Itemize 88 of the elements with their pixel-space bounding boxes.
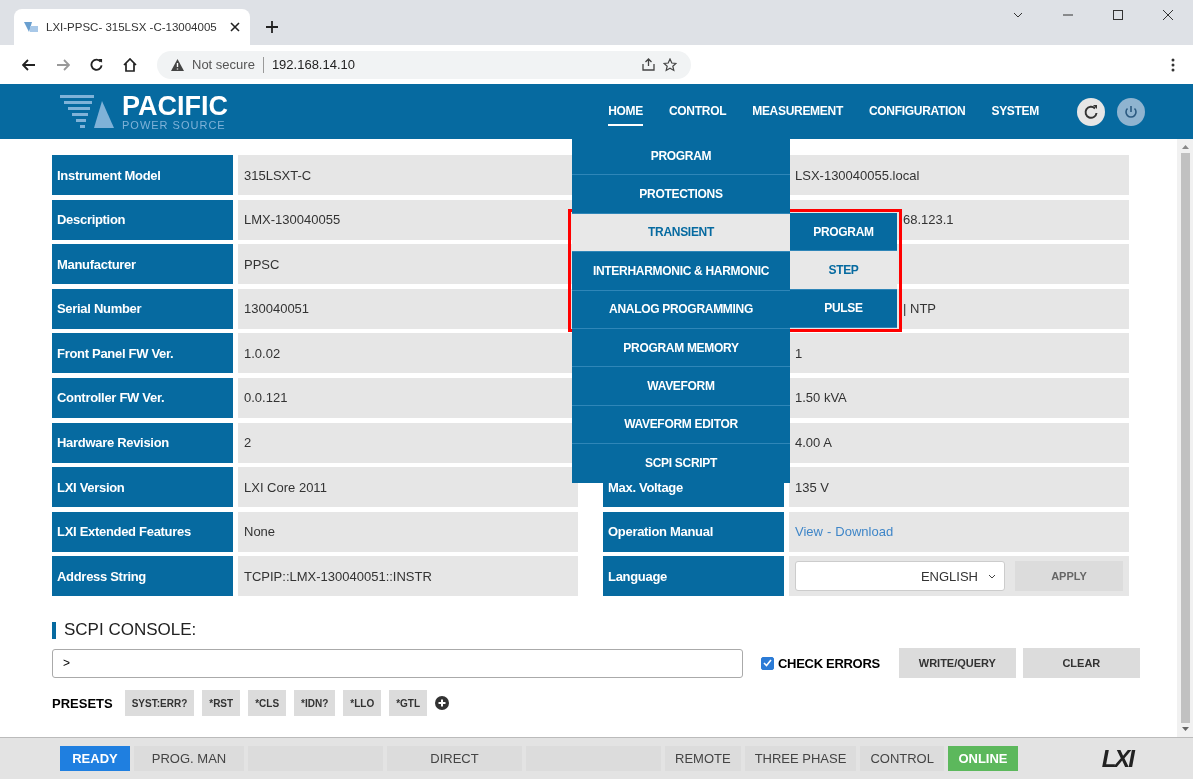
caret-icon <box>988 573 996 579</box>
status-indicator: CONTROL <box>860 746 944 771</box>
manual-link[interactable]: Download <box>835 524 894 540</box>
close-icon[interactable] <box>1163 10 1173 20</box>
status-indicator: PROG. MAN <box>134 746 244 771</box>
field-value: LSX-130040055.local <box>789 155 1129 195</box>
star-icon[interactable] <box>663 57 677 72</box>
checkmark-icon <box>763 659 772 668</box>
preset-button[interactable]: *LLO <box>343 690 382 717</box>
browser-tab[interactable]: LXI-PPSC- 315LSX -C-13004005 <box>14 9 250 45</box>
field-label: Manufacturer <box>52 244 233 285</box>
tab-title: LXI-PPSC- 315LSX -C-13004005 <box>46 21 218 33</box>
check-errors-checkbox[interactable]: CHECK ERRORS <box>761 655 880 671</box>
separator-dash: - <box>826 524 832 540</box>
maximize-icon[interactable] <box>1113 10 1123 20</box>
submenu-item[interactable]: STEP <box>790 251 897 290</box>
security-label: Not secure <box>192 57 255 72</box>
more-icon[interactable] <box>1171 57 1175 72</box>
forward-icon[interactable] <box>56 58 70 71</box>
nav-link[interactable]: CONFIGURATION <box>868 97 966 126</box>
manual-link[interactable]: View <box>795 524 823 540</box>
preset-button[interactable]: *IDN? <box>294 690 336 717</box>
console-button[interactable]: WRITE/QUERY <box>898 648 1016 679</box>
home-icon[interactable] <box>123 57 137 72</box>
status-indicator: ONLINE <box>947 746 1018 771</box>
menu-item[interactable]: TRANSIENT <box>572 213 790 253</box>
status-indicator: READY <box>60 746 130 771</box>
presets-label: PRESETS <box>52 695 113 711</box>
field-label: Operation Manual <box>603 511 784 552</box>
nav-link[interactable]: CONTROL <box>668 97 727 126</box>
pacific-power-source-logo[interactable]: PACIFIC POWER SOURCE <box>60 92 228 131</box>
status-indicator: THREE PHASE <box>744 746 857 771</box>
field-value: TCPIP::LMX-130040051::INSTR <box>238 556 578 597</box>
field-value: LXI Core 2011 <box>238 467 578 508</box>
apply-button[interactable]: APPLY <box>1015 561 1123 592</box>
power-icon[interactable] <box>1117 97 1145 126</box>
new-tab-icon[interactable] <box>266 21 278 33</box>
submenu-item[interactable]: PULSE <box>790 289 897 329</box>
nav-link[interactable]: MEASUREMENT <box>752 97 843 126</box>
chevron-down-icon[interactable] <box>1013 12 1023 18</box>
scroll-up-icon[interactable] <box>1181 145 1189 149</box>
share-icon[interactable] <box>642 58 655 71</box>
preset-button[interactable]: *GTL <box>389 690 428 717</box>
language-select[interactable]: ENGLISH <box>795 561 1005 592</box>
favicon-icon <box>24 22 38 32</box>
command-input-field[interactable]: > <box>52 648 743 678</box>
back-icon[interactable] <box>22 58 36 71</box>
status-indicator: DIRECT <box>387 746 522 771</box>
field-label: Address String <box>52 556 233 597</box>
field-label: Hardware Revision <box>52 422 233 463</box>
field-label: LXI Extended Features <box>52 511 233 552</box>
field-value: 135 V <box>789 467 1129 508</box>
field-value: | NTP <box>903 301 936 317</box>
console-title: SCPI CONSOLE: <box>64 620 197 641</box>
field-label: Controller FW Ver. <box>52 377 233 418</box>
refresh-icon[interactable] <box>1077 97 1105 126</box>
field-label: Serial Number <box>52 288 233 329</box>
status-indicator: REMOTE <box>665 746 741 771</box>
field-value: None <box>238 511 578 552</box>
preset-button[interactable]: *RST <box>202 690 241 717</box>
lxi-logo: LXI <box>1101 744 1133 773</box>
preset-button[interactable]: *CLS <box>248 690 287 717</box>
nav-link[interactable]: SYSTEM <box>991 97 1039 126</box>
field-label: Description <box>52 199 233 240</box>
menu-item[interactable]: WAVEFORM EDITOR <box>572 405 790 445</box>
console-button[interactable]: CLEAR <box>1022 648 1140 679</box>
field-label: LXI Version <box>52 467 233 508</box>
field-value: 68.123.1 <box>903 212 954 228</box>
field-label: Front Panel FW Ver. <box>52 333 233 374</box>
field-label: Instrument Model <box>52 155 233 195</box>
field-value: 1.50 kVA <box>789 377 1129 418</box>
close-icon[interactable] <box>230 22 240 32</box>
menu-item[interactable]: WAVEFORM <box>572 367 790 406</box>
warning-icon <box>171 58 184 71</box>
scroll-down-icon[interactable] <box>1181 727 1189 731</box>
scrollbar[interactable] <box>1177 139 1193 737</box>
address-field[interactable]: Not secure 192.168.14.10 <box>157 50 691 79</box>
menu-item[interactable]: PROTECTIONS <box>572 175 790 214</box>
nav-link[interactable]: HOME <box>608 97 643 126</box>
reload-icon[interactable] <box>90 58 103 71</box>
url-text: 192.168.14.10 <box>271 57 355 72</box>
preset-button[interactable]: SYST:ERR? <box>124 690 195 717</box>
menu-item[interactable]: PROGRAM <box>572 137 790 176</box>
add-icon[interactable] <box>435 696 450 711</box>
field-value: 4.00 A <box>789 422 1129 463</box>
field-value: 1 <box>789 333 1129 374</box>
menu-item[interactable]: PROGRAM MEMORY <box>572 328 790 368</box>
field-label: Language <box>603 556 784 597</box>
